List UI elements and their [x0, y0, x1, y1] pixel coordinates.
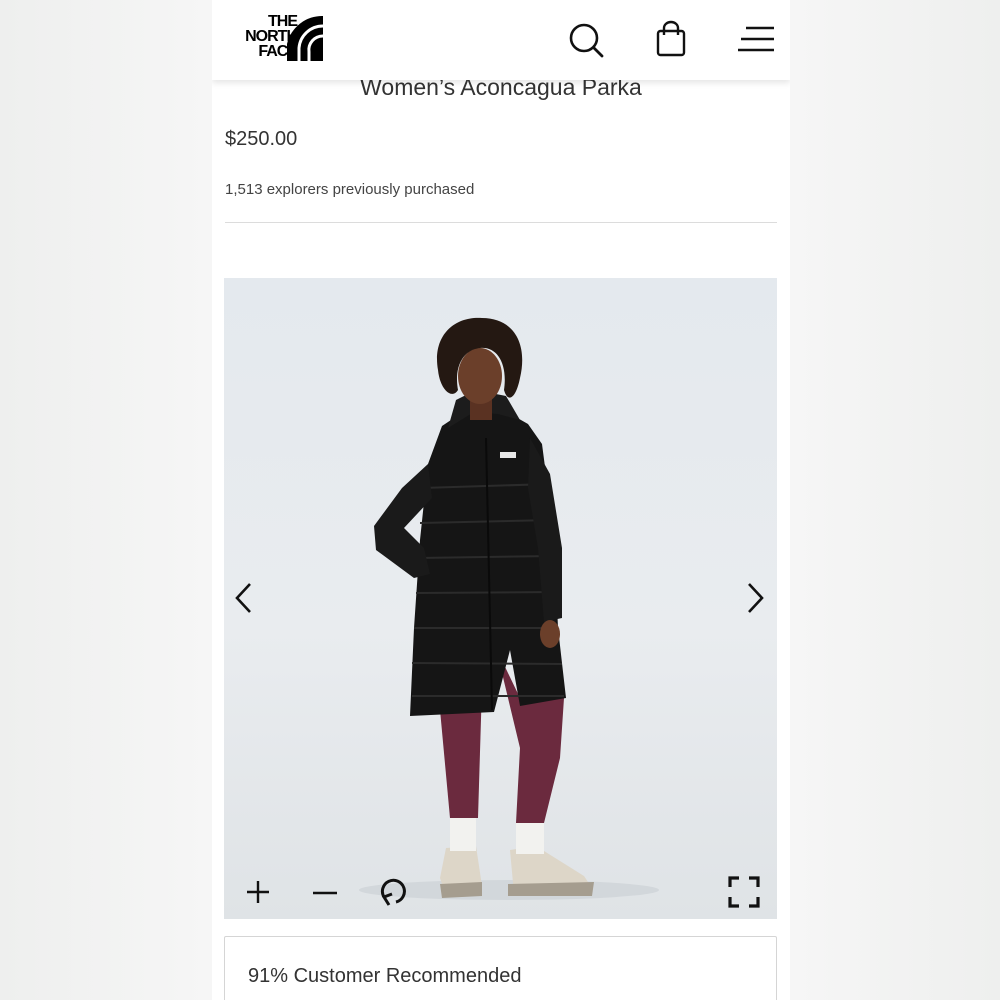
shopping-bag-icon[interactable] [651, 20, 691, 60]
rotate-icon[interactable] [372, 872, 412, 912]
recommendation-text: 91% Customer Recommended [248, 965, 522, 987]
hamburger-menu-icon[interactable] [736, 20, 776, 60]
product-photo [359, 317, 659, 900]
product-price: $250.00 [225, 128, 298, 150]
search-icon[interactable] [566, 20, 606, 60]
mobile-page: THE NORTH FACE Women’s Aconcagua Parka $… [212, 0, 790, 1000]
product-image-gallery[interactable] [224, 278, 777, 919]
chevron-left-icon[interactable] [226, 578, 266, 618]
chevron-right-icon[interactable] [735, 578, 775, 618]
fullscreen-icon[interactable] [724, 872, 764, 912]
half-dome-icon [287, 15, 324, 61]
plus-icon[interactable] [238, 872, 278, 912]
background-right [790, 0, 1000, 1000]
divider [225, 222, 777, 223]
brand-logo[interactable]: THE NORTH FACE [223, 14, 325, 64]
purchase-count: 1,513 explorers previously purchased [225, 181, 475, 198]
background-left [0, 0, 212, 1000]
minus-icon[interactable] [305, 872, 345, 912]
customer-recommendation-card[interactable]: 91% Customer Recommended [224, 936, 777, 1000]
site-header: THE NORTH FACE [212, 0, 790, 80]
